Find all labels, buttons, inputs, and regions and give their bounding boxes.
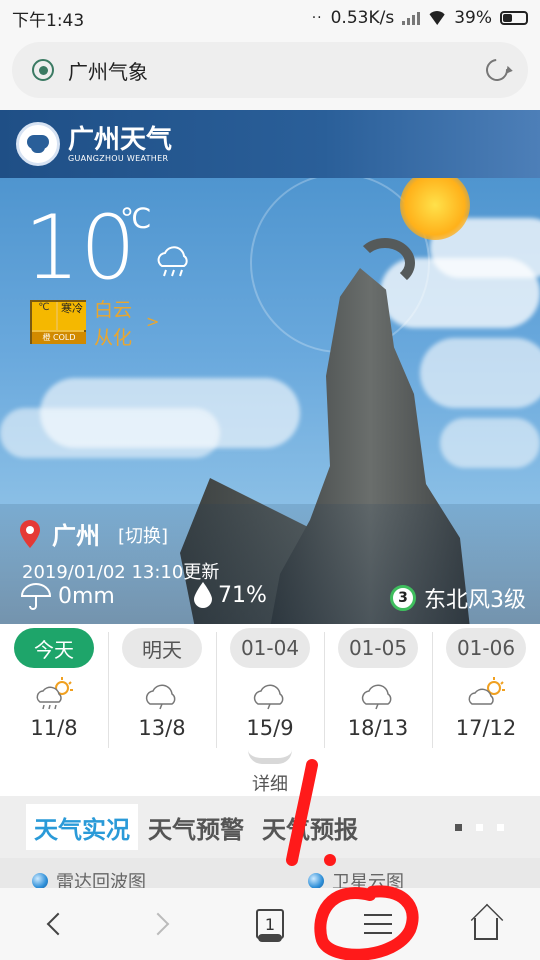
forecast-day[interactable]: 今天 11/8 [0, 624, 108, 750]
forecast-day[interactable]: 01-06 17/12 [432, 624, 540, 750]
section-tabs: 天气实况 天气预警 天气预报 [0, 796, 540, 858]
tab-warning[interactable]: 天气预警 [140, 804, 252, 850]
forecast-range: 11/8 [30, 716, 78, 740]
district-item: 从化 [94, 327, 133, 349]
cloud-decor [0, 408, 220, 458]
forecast-day-label[interactable]: 01-04 [230, 628, 310, 668]
forecast-day-label[interactable]: 01-06 [446, 628, 526, 668]
address-bar[interactable]: 广州气象 [12, 42, 528, 98]
brand-title: 广州天气 [68, 124, 173, 155]
globe-icon [32, 873, 48, 889]
signal-icon [402, 11, 421, 25]
menu-icon [364, 914, 392, 934]
logo [16, 122, 60, 166]
warning-code: 橙 COLD [32, 332, 86, 344]
status-time: 下午1:43 [12, 10, 85, 31]
section-sublinks: 雷达回波图 卫星云图 [0, 858, 540, 893]
tabs-button[interactable]: 1 [240, 894, 300, 954]
forward-button[interactable] [132, 894, 192, 954]
forecast-range: 13/8 [138, 716, 186, 740]
brand-subtitle: GUANGZHOU WEATHER [68, 153, 169, 163]
city-name: 广州 [52, 522, 100, 550]
warning-cell: ℃ [32, 302, 56, 330]
status-right: ·· 0.53K/s 39% [312, 8, 528, 28]
home-button[interactable] [456, 894, 516, 954]
forecast-day[interactable]: 01-04 15/9 [216, 624, 324, 750]
rainfall: 0mm [20, 582, 115, 610]
cloud-decor [420, 338, 540, 408]
temperature-unit: ℃ [120, 202, 152, 235]
cloud-rain-icon [157, 246, 188, 277]
cloud-sun-icon [468, 677, 505, 705]
forecast-day-label[interactable]: 01-05 [338, 628, 418, 668]
browser-nav: 1 [0, 888, 540, 960]
wind-value: 东北风3级 [424, 588, 526, 613]
forecast-range: 15/9 [246, 716, 294, 740]
warning-districts[interactable]: 白云 从化 [94, 296, 132, 352]
droplet-icon [194, 582, 212, 608]
home-icon [474, 918, 498, 940]
wind: 3 东北风3级 [390, 582, 526, 614]
forecast-day-label[interactable]: 今天 [14, 628, 94, 668]
goat-horn [355, 238, 415, 288]
chevron-right-icon [146, 912, 170, 936]
battery-icon [500, 11, 528, 25]
site-banner: 广州天气 GUANGZHOU WEATHER [0, 110, 540, 178]
umbrella-icon [20, 583, 52, 610]
location-pin-icon [20, 520, 40, 548]
net-speed: 0.53K/s [330, 8, 395, 28]
cloud-icon [145, 684, 176, 710]
cold-warning-badge[interactable]: ℃ 寒冷 橙 COLD [30, 300, 86, 344]
incognito-icon [258, 934, 282, 942]
rainfall-value: 0mm [58, 583, 115, 609]
humidity-value: 71% [218, 582, 267, 608]
page-dots [455, 823, 504, 831]
forecast-range: 18/13 [347, 716, 409, 740]
weather-hero: 10 ℃ ℃ 寒冷 橙 COLD 白云 从化 > 广州 [切换] 2019/01… [0, 178, 540, 624]
warning-title: 寒冷 [58, 302, 86, 330]
status-bar: 下午1:43 ·· 0.53K/s 39% [0, 0, 540, 36]
forecast-strip: 今天 11/8 明天 13/8 01-04 15/9 01-05 18/13 0… [0, 624, 540, 750]
cloud-icon [361, 684, 392, 710]
cloud-decor [440, 418, 540, 468]
tab-observation[interactable]: 天气实况 [26, 804, 138, 850]
cloud-icon [253, 684, 284, 710]
globe-icon [308, 873, 324, 889]
site-icon [32, 59, 54, 81]
forecast-day[interactable]: 01-05 18/13 [324, 624, 432, 750]
forecast-range: 17/12 [455, 716, 517, 740]
humidity: 71% [194, 582, 267, 608]
menu-button[interactable] [348, 894, 408, 954]
more-dots-icon: ·· [311, 10, 323, 26]
cloud-sun-rain-icon [36, 677, 73, 710]
tab-forecast[interactable]: 天气预报 [254, 804, 366, 850]
back-button[interactable] [24, 894, 84, 954]
switch-city-link[interactable]: [切换] [118, 522, 168, 548]
forecast-day[interactable]: 明天 13/8 [108, 624, 216, 750]
chevron-left-icon [46, 912, 70, 936]
forecast-day-label[interactable]: 明天 [122, 628, 202, 668]
wind-level-icon: 3 [390, 585, 416, 611]
page-title: 广州气象 [68, 59, 148, 84]
refresh-icon[interactable] [481, 54, 513, 86]
detail-link[interactable]: 详细 [0, 770, 540, 796]
browser-toolbar: 广州气象 [0, 36, 540, 110]
district-item: 白云 [94, 299, 133, 321]
battery-percent: 39% [454, 8, 492, 28]
expand-handle[interactable] [248, 750, 292, 764]
update-time: 2019/01/02 13:10更新 [22, 562, 220, 583]
districts-more[interactable]: > [146, 312, 159, 331]
wifi-icon [428, 11, 446, 25]
brand: 广州天气 GUANGZHOU WEATHER [68, 126, 172, 163]
